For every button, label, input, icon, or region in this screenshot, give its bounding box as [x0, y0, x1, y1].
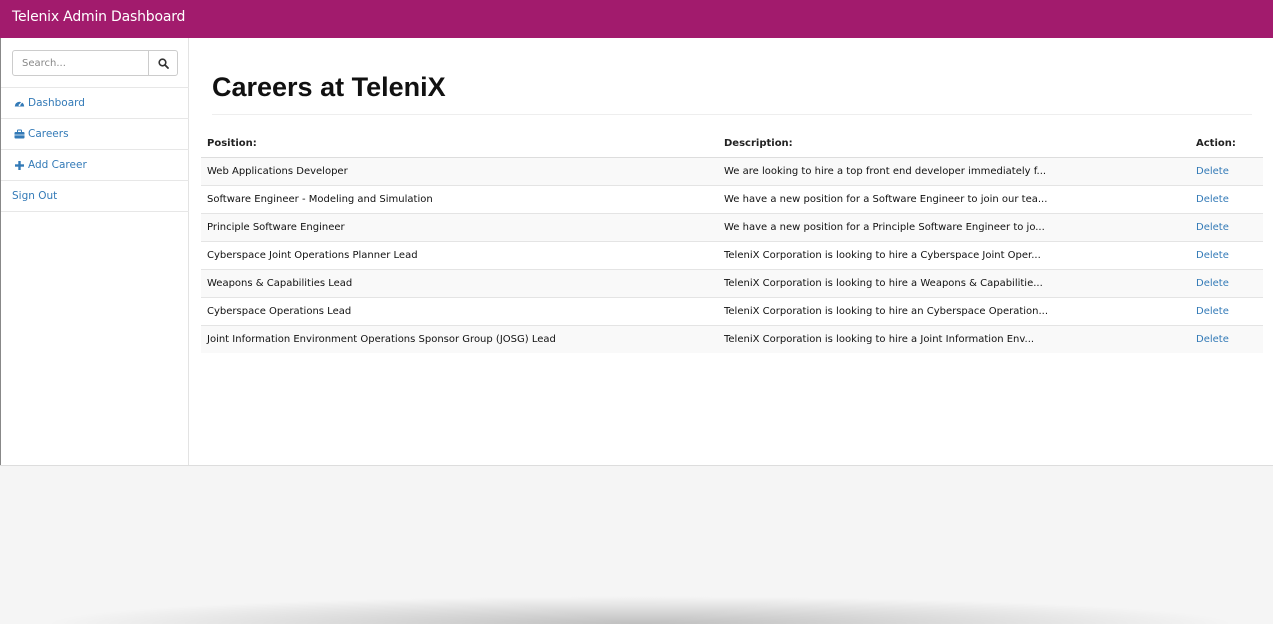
- search-input[interactable]: [12, 50, 149, 76]
- position-cell: Cyberspace Operations Lead: [207, 306, 352, 317]
- position-cell: Web Applications Developer: [207, 166, 348, 177]
- column-header-description: Description:: [724, 138, 793, 149]
- position-cell: Cyberspace Joint Operations Planner Lead: [207, 250, 418, 261]
- sidebar-item-label: Dashboard: [28, 97, 85, 109]
- column-header-action: Action:: [1196, 138, 1236, 149]
- description-cell: TeleniX Corporation is looking to hire a…: [724, 334, 1035, 345]
- table-row: Weapons & Capabilities Lead TeleniX Corp…: [201, 270, 1263, 298]
- delete-link[interactable]: Delete: [1196, 250, 1229, 261]
- sidebar-divider: [1, 211, 189, 212]
- table-row: Cyberspace Operations Lead TeleniX Corpo…: [201, 298, 1263, 326]
- sidebar-item-label: Add Career: [28, 159, 87, 171]
- delete-link[interactable]: Delete: [1196, 334, 1229, 345]
- window-edge: [0, 38, 1, 465]
- sidebar-item-sign-out[interactable]: Sign Out: [1, 181, 189, 211]
- page-title: Careers at TeleniX: [212, 72, 446, 102]
- delete-link[interactable]: Delete: [1196, 306, 1229, 317]
- delete-link[interactable]: Delete: [1196, 194, 1229, 205]
- search-button[interactable]: [148, 50, 178, 76]
- table-row: Cyberspace Joint Operations Planner Lead…: [201, 242, 1263, 270]
- delete-link[interactable]: Delete: [1196, 166, 1229, 177]
- sidebar-item-label: Sign Out: [12, 190, 58, 202]
- table-row: Joint Information Environment Operations…: [201, 326, 1263, 353]
- description-cell: TeleniX Corporation is looking to hire a…: [724, 278, 1043, 289]
- dashboard-icon: [14, 101, 25, 107]
- position-cell: Joint Information Environment Operations…: [207, 334, 556, 345]
- description-cell: We have a new position for a Principle S…: [724, 222, 1045, 233]
- footer-shadow: [40, 596, 1240, 624]
- position-cell: Weapons & Capabilities Lead: [207, 278, 353, 289]
- brand-title[interactable]: Telenix Admin Dashboard: [12, 9, 185, 25]
- table-header: Position: Description: Action:: [201, 130, 1263, 158]
- position-cell: Principle Software Engineer: [207, 222, 345, 233]
- content-wrapper: Dashboard Careers Add Career Sign Out Ca…: [0, 38, 1273, 466]
- table-row: Software Engineer - Modeling and Simulat…: [201, 186, 1263, 214]
- sidebar-search: [12, 50, 178, 76]
- plus-icon: [15, 161, 24, 170]
- description-cell: We have a new position for a Software En…: [724, 194, 1048, 205]
- sidebar-item-dashboard[interactable]: Dashboard: [1, 88, 189, 118]
- delete-link[interactable]: Delete: [1196, 278, 1229, 289]
- sidebar-item-label: Careers: [28, 128, 69, 140]
- column-header-position: Position:: [207, 138, 257, 149]
- description-cell: TeleniX Corporation is looking to hire a…: [724, 306, 1049, 317]
- top-navbar: Telenix Admin Dashboard: [0, 0, 1273, 38]
- search-icon: [158, 58, 169, 69]
- description-cell: We are looking to hire a top front end d…: [724, 166, 1047, 177]
- sidebar-item-add-career[interactable]: Add Career: [1, 150, 189, 180]
- sidebar-item-careers[interactable]: Careers: [1, 119, 189, 149]
- table-row: Principle Software Engineer We have a ne…: [201, 214, 1263, 242]
- sidebar: Dashboard Careers Add Career Sign Out: [0, 38, 189, 465]
- description-cell: TeleniX Corporation is looking to hire a…: [724, 250, 1041, 261]
- briefcase-icon: [14, 129, 25, 139]
- title-divider: [212, 114, 1252, 115]
- position-cell: Software Engineer - Modeling and Simulat…: [207, 194, 433, 205]
- delete-link[interactable]: Delete: [1196, 222, 1229, 233]
- main-content: Careers at TeleniX Position: Description…: [190, 38, 1273, 465]
- table-row: Web Applications Developer We are lookin…: [201, 158, 1263, 186]
